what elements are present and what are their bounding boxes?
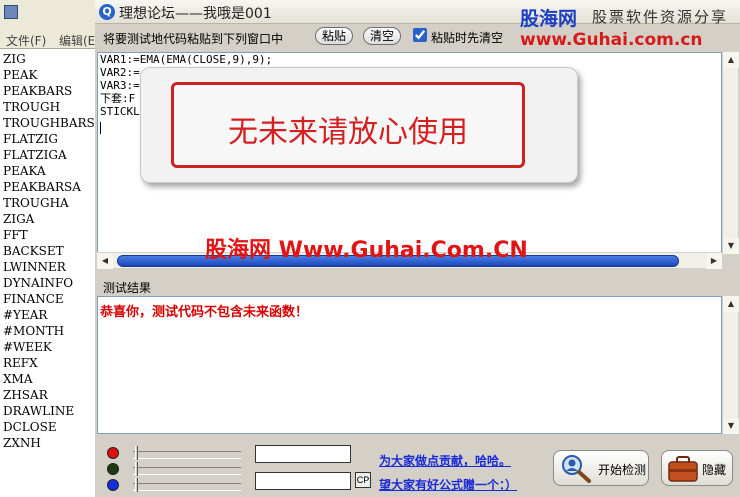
function-list-item[interactable]: FLATZIG [0, 131, 95, 147]
function-list-item[interactable]: #YEAR [0, 307, 95, 323]
slider-handle[interactable] [135, 462, 138, 476]
function-list-window: 文件(F) 编辑(E) ZIG PEAK PEAKBARS TROUGH TROUGHB… [0, 0, 100, 497]
function-list-item[interactable]: FINANCE [0, 291, 95, 307]
red-slider[interactable] [133, 446, 241, 460]
value-field-1[interactable] [255, 445, 351, 463]
search-icon: Q [99, 4, 115, 20]
scroll-down-icon[interactable]: ▼ [723, 418, 739, 434]
function-list-item[interactable]: LWINNER [0, 259, 95, 275]
function-list-item[interactable]: PEAK [0, 67, 95, 83]
brand-tagline: 股票软件资源分享 [592, 8, 729, 26]
left-window-titlebar [0, 0, 95, 30]
result-vertical-scrollbar[interactable]: ▲ ▼ [722, 296, 739, 434]
auto-clear-checkbox[interactable] [413, 28, 427, 42]
menu-edit[interactable]: 编辑(E) [59, 32, 100, 49]
left-menu-bar: 文件(F) 编辑(E) [0, 30, 100, 49]
function-list-item[interactable]: TROUGHA [0, 195, 95, 211]
notice-popup: 无未来请放心使用 [140, 67, 578, 183]
share-formula-link[interactable]: 望大家有好公式赠一个：） [379, 476, 517, 493]
green-slider[interactable] [133, 462, 241, 476]
function-list-item[interactable]: ZXNH [0, 435, 95, 451]
contribute-link[interactable]: 为大家做点贡献，哈哈。 [379, 452, 511, 469]
function-list-item[interactable]: BACKSET [0, 243, 95, 259]
app-icon [4, 5, 18, 19]
site-watermark: 股海网 Www.Guhai.Com.CN [205, 238, 528, 263]
result-output: 恭喜你，测试代码不包含未来函数！ [97, 296, 722, 434]
blue-slider[interactable] [133, 478, 241, 492]
value-field-2[interactable] [255, 472, 351, 490]
function-list-item[interactable]: PEAKA [0, 163, 95, 179]
function-list-item[interactable]: FFT [0, 227, 95, 243]
function-list-item[interactable]: PEAKBARSA [0, 179, 95, 195]
paste-hint-label: 将要测试地代码粘贴到下列窗口中 [103, 32, 284, 46]
scroll-up-icon[interactable]: ▲ [723, 52, 739, 68]
scroll-right-icon[interactable]: ▶ [706, 253, 722, 269]
briefcase-icon [668, 456, 698, 482]
function-list-item[interactable]: ZIG [0, 51, 95, 67]
function-list-item[interactable]: XMA [0, 371, 95, 387]
function-list: ZIG PEAK PEAKBARS TROUGH TROUGHBARS FLATZIG FL… [0, 51, 95, 451]
auto-clear-label: 粘贴时先清空 [431, 31, 504, 45]
slider-handle[interactable] [135, 478, 138, 492]
window-title: 理想论坛——我哦是001 [119, 6, 272, 22]
toolbar: 将要测试地代码粘贴到下列窗口中 粘贴 清空 粘贴时先清空 [95, 26, 740, 50]
blue-dot-icon [107, 479, 119, 491]
function-list-item[interactable]: ZHSAR [0, 387, 95, 403]
paste-button[interactable]: 粘贴 [315, 27, 353, 45]
result-message: 恭喜你，测试代码不包含未来函数！ [100, 305, 309, 320]
code-vertical-scrollbar[interactable]: ▲ ▼ [722, 52, 739, 254]
function-list-item[interactable]: DCLOSE [0, 419, 95, 435]
start-check-button[interactable]: 开始检测 [553, 450, 649, 486]
function-list-item[interactable]: ZIGA [0, 211, 95, 227]
function-list-item[interactable]: DRAWLINE [0, 403, 95, 419]
function-list-item[interactable]: #MONTH [0, 323, 95, 339]
function-list-item[interactable]: #WEEK [0, 339, 95, 355]
magnifier-user-icon [562, 455, 591, 483]
result-label: 测试结果 [103, 281, 152, 295]
text-caret [100, 122, 101, 134]
function-list-item[interactable]: PEAKBARS [0, 83, 95, 99]
hide-button[interactable]: 隐藏 [661, 450, 733, 486]
function-list-item[interactable]: DYNAINFO [0, 275, 95, 291]
menu-file[interactable]: 文件(F) [6, 32, 46, 49]
function-list-item[interactable]: REFX [0, 355, 95, 371]
code-line: VAR1:=EMA(EMA(CLOSE,9),9); [100, 53, 273, 66]
slider-handle[interactable] [135, 446, 138, 460]
scroll-down-icon[interactable]: ▼ [723, 238, 739, 254]
red-dot-icon [107, 447, 119, 459]
green-dot-icon [107, 463, 119, 475]
cp-button[interactable]: CP [355, 472, 371, 488]
start-check-label: 开始检测 [598, 463, 647, 477]
scroll-left-icon[interactable]: ◀ [97, 253, 113, 269]
clear-button[interactable]: 清空 [363, 27, 401, 45]
function-list-item[interactable]: FLATZIGA [0, 147, 95, 163]
notice-message: 无未来请放心使用 [228, 115, 468, 150]
scroll-up-icon[interactable]: ▲ [723, 296, 739, 312]
function-list-item[interactable]: TROUGHBARS [0, 115, 95, 131]
notice-frame: 无未来请放心使用 [171, 82, 525, 168]
hide-label: 隐藏 [702, 463, 727, 477]
main-window: Q 理想论坛——我哦是001 股海网 股票软件资源分享 www.Guhai.co… [95, 0, 740, 497]
function-list-item[interactable]: TROUGH [0, 99, 95, 115]
